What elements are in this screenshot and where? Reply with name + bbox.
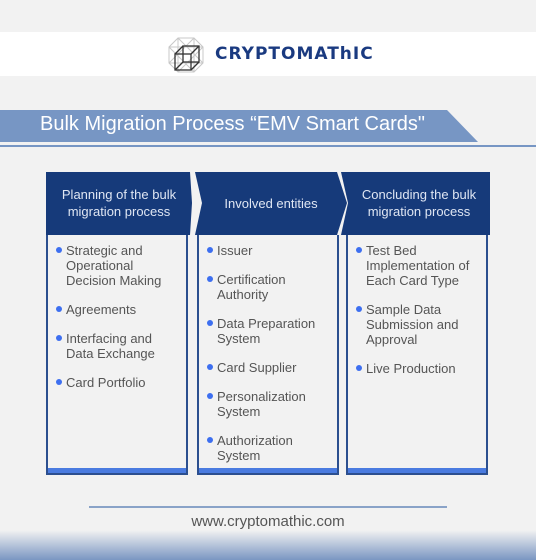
column-footer-bar xyxy=(348,468,486,473)
item-list: Issuer Certification Authority Data Prep… xyxy=(207,243,333,477)
item-text: Personalization System xyxy=(217,389,306,419)
item-text: Strategic and Operational Decision Makin… xyxy=(66,243,162,288)
list-item: Authorization System xyxy=(207,433,333,463)
list-item: Card Portfolio xyxy=(56,375,182,390)
item-text: Interfacing and Data Exchange xyxy=(66,331,155,361)
wireframe-cube-icon xyxy=(168,37,204,73)
bullet-icon xyxy=(207,276,213,282)
list-item: Certification Authority xyxy=(207,272,333,302)
item-text: Sample Data Submission and Approval xyxy=(366,302,459,347)
item-text: Certification Authority xyxy=(217,272,286,302)
bullet-icon xyxy=(356,365,362,371)
title-divider xyxy=(0,145,536,147)
page-title: Bulk Migration Process “EMV Smart Cards" xyxy=(40,113,425,135)
bullet-icon xyxy=(207,364,213,370)
column-concluding: Test Bed Implementation of Each Card Typ… xyxy=(346,235,488,475)
item-list: Strategic and Operational Decision Makin… xyxy=(56,243,182,404)
list-item: Test Bed Implementation of Each Card Typ… xyxy=(356,243,482,288)
item-text: Test Bed Implementation of Each Card Typ… xyxy=(366,243,470,288)
list-item: Agreements xyxy=(56,302,182,317)
bullet-icon xyxy=(207,247,213,253)
item-text: Data Preparation System xyxy=(217,316,316,346)
list-item: Live Production xyxy=(356,361,482,376)
brand-logo-text: CRYPTOMAThIC xyxy=(215,44,374,64)
column-entities: Issuer Certification Authority Data Prep… xyxy=(197,235,339,475)
column-planning: Strategic and Operational Decision Makin… xyxy=(46,235,188,475)
bullet-icon xyxy=(207,437,213,443)
list-item: Data Preparation System xyxy=(207,316,333,346)
bullet-icon xyxy=(56,247,62,253)
item-text: Card Portfolio xyxy=(66,375,146,390)
bullet-icon xyxy=(56,335,62,341)
item-list: Test Bed Implementation of Each Card Typ… xyxy=(356,243,482,390)
list-item: Sample Data Submission and Approval xyxy=(356,302,482,347)
bullet-icon xyxy=(56,306,62,312)
item-text: Issuer xyxy=(217,243,253,258)
item-text: Card Supplier xyxy=(217,360,297,375)
column-footer-bar xyxy=(199,468,337,473)
column-footer-bar xyxy=(48,468,186,473)
column-heading: Concluding the bulk migration process xyxy=(361,187,477,219)
footer-divider xyxy=(89,506,447,508)
column-heading: Planning of the bulk migration process xyxy=(61,187,177,219)
item-text: Agreements xyxy=(66,302,137,317)
list-item: Interfacing and Data Exchange xyxy=(56,331,182,361)
item-text: Live Production xyxy=(366,361,456,376)
footer-website-link[interactable]: www.cryptomathic.com xyxy=(0,513,536,530)
bullet-icon xyxy=(356,247,362,253)
footer-gradient xyxy=(0,530,536,560)
bullet-icon xyxy=(56,379,62,385)
bullet-icon xyxy=(207,320,213,326)
bullet-icon xyxy=(207,393,213,399)
list-item: Issuer xyxy=(207,243,333,258)
column-heading: Involved entities xyxy=(224,196,318,211)
list-item: Strategic and Operational Decision Makin… xyxy=(56,243,182,288)
bullet-icon xyxy=(356,306,362,312)
item-text: Authorization System xyxy=(217,433,293,463)
list-item: Card Supplier xyxy=(207,360,333,375)
list-item: Personalization System xyxy=(207,389,333,419)
